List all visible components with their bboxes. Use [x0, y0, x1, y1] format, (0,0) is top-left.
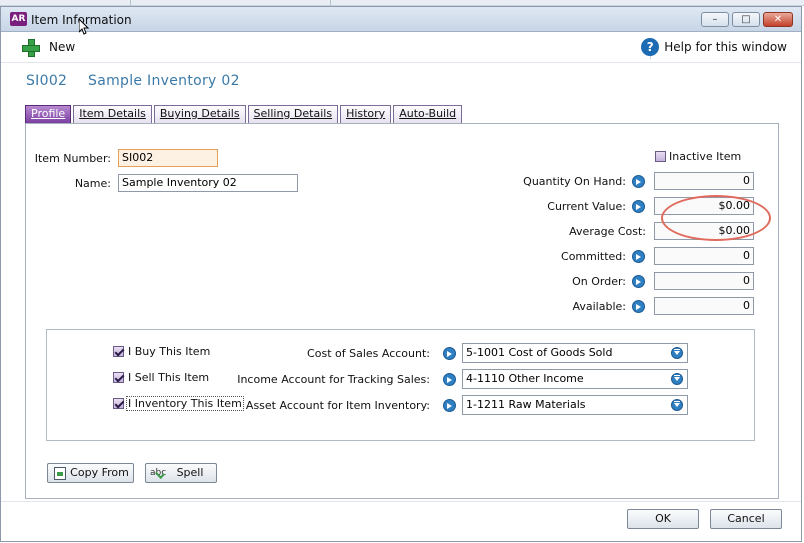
spell-button[interactable]: abc Spell [145, 463, 217, 483]
inactive-item-label: Inactive Item [669, 150, 742, 163]
income-account-arrow-icon[interactable] [443, 373, 456, 386]
footer-divider [1, 501, 801, 502]
tab-selling-details[interactable]: Selling Details [247, 105, 339, 123]
income-account-label: Income Account for Tracking Sales: [237, 373, 430, 386]
on-order-arrow-icon[interactable] [632, 275, 645, 288]
sell-item-label: I Sell This Item [128, 371, 210, 384]
minimize-button[interactable]: – [701, 12, 729, 27]
profile-panel: Item Number: SI002 Name: Sample Inventor… [25, 123, 779, 499]
item-header: SI002 Sample Inventory 02 [26, 73, 256, 89]
average-cost-label: Average Cost: [569, 225, 646, 238]
chevron-down-icon [671, 399, 683, 411]
item-information-window: AR Item Information – □ ✕ New ? Help for… [0, 6, 802, 542]
spell-label: Spell [176, 466, 204, 479]
qty-on-hand-arrow-icon[interactable] [632, 175, 645, 188]
tab-history[interactable]: History [340, 105, 392, 123]
current-value-label: Current Value: [547, 200, 626, 213]
asset-account-label: Asset Account for Item Inventory: [245, 399, 430, 412]
asset-account-arrow-icon[interactable] [443, 399, 456, 412]
new-label: New [49, 40, 76, 54]
chevron-down-icon [671, 373, 683, 385]
maximize-icon: □ [741, 14, 751, 25]
help-icon: ? [641, 38, 660, 56]
tab-item-details[interactable]: Item Details [73, 105, 152, 123]
minimize-icon: – [712, 14, 718, 25]
tab-buying-details[interactable]: Buying Details [153, 105, 246, 123]
close-icon: ✕ [773, 14, 783, 25]
spell-check-icon: abc [150, 468, 167, 478]
item-header-name: Sample Inventory 02 [88, 73, 240, 89]
available-field: 0 [654, 297, 754, 315]
item-header-number: SI002 [26, 73, 68, 89]
buy-item-checkbox[interactable] [113, 346, 124, 357]
chevron-down-icon [671, 347, 683, 359]
income-account-value: 4-1110 Other Income [466, 372, 584, 385]
ok-button[interactable]: OK [627, 509, 699, 529]
name-label: Name: [74, 177, 111, 190]
cancel-button[interactable]: Cancel [710, 509, 782, 529]
cost-of-sales-arrow-icon[interactable] [443, 347, 456, 360]
item-number-label: Item Number: [34, 152, 111, 165]
inactive-item-checkbox[interactable] [655, 151, 666, 162]
committed-field: 0 [654, 247, 754, 265]
taskbar-segment [130, 0, 210, 5]
cost-of-sales-value: 5-1001 Cost of Goods Sold [466, 346, 613, 359]
flags-accounts-box: I Buy This Item I Sell This Item I Inven… [46, 329, 755, 441]
on-order-label: On Order: [572, 275, 626, 288]
committed-arrow-icon[interactable] [632, 250, 645, 263]
cost-of-sales-label: Cost of Sales Account: [307, 347, 430, 360]
toolbar: New ? Help for this window [1, 33, 801, 63]
committed-label: Committed: [561, 250, 626, 263]
cost-of-sales-select[interactable]: 5-1001 Cost of Goods Sold [462, 343, 688, 363]
tab-auto-build[interactable]: Auto-Build [393, 105, 463, 123]
name-field[interactable]: Sample Inventory 02 [118, 174, 298, 192]
qty-on-hand-field: 0 [654, 172, 754, 190]
asset-account-value: 1-1211 Raw Materials [466, 398, 586, 411]
title-bar[interactable]: AR Item Information – □ ✕ [1, 7, 801, 35]
available-arrow-icon[interactable] [632, 300, 645, 313]
asset-account-select[interactable]: 1-1211 Raw Materials [462, 395, 688, 415]
on-order-field: 0 [654, 272, 754, 290]
maximize-button[interactable]: □ [732, 12, 760, 27]
available-label: Available: [572, 300, 627, 313]
help-button[interactable]: ? Help for this window [641, 37, 787, 57]
sell-item-checkbox[interactable] [113, 372, 124, 383]
tab-profile[interactable]: Profile [25, 105, 72, 123]
app-logo: AR [10, 12, 27, 26]
taskbar-segment [330, 0, 430, 5]
copy-from-button[interactable]: Copy From [47, 463, 134, 483]
buy-item-label: I Buy This Item [128, 345, 211, 358]
qty-on-hand-label: Quantity On Hand: [523, 175, 626, 188]
inventory-item-checkbox[interactable] [113, 398, 124, 409]
current-value-arrow-icon[interactable] [632, 200, 645, 213]
annotation-circle [661, 195, 771, 241]
close-button[interactable]: ✕ [763, 12, 793, 27]
item-number-field[interactable]: SI002 [118, 149, 218, 167]
copy-from-label: Copy From [70, 466, 129, 479]
copy-icon [54, 467, 66, 480]
tab-bar: Profile Item Details Buying Details Sell… [25, 105, 463, 123]
help-label: Help for this window [664, 40, 787, 54]
income-account-select[interactable]: 4-1110 Other Income [462, 369, 688, 389]
plus-icon [21, 38, 40, 57]
new-button[interactable]: New [21, 37, 75, 57]
